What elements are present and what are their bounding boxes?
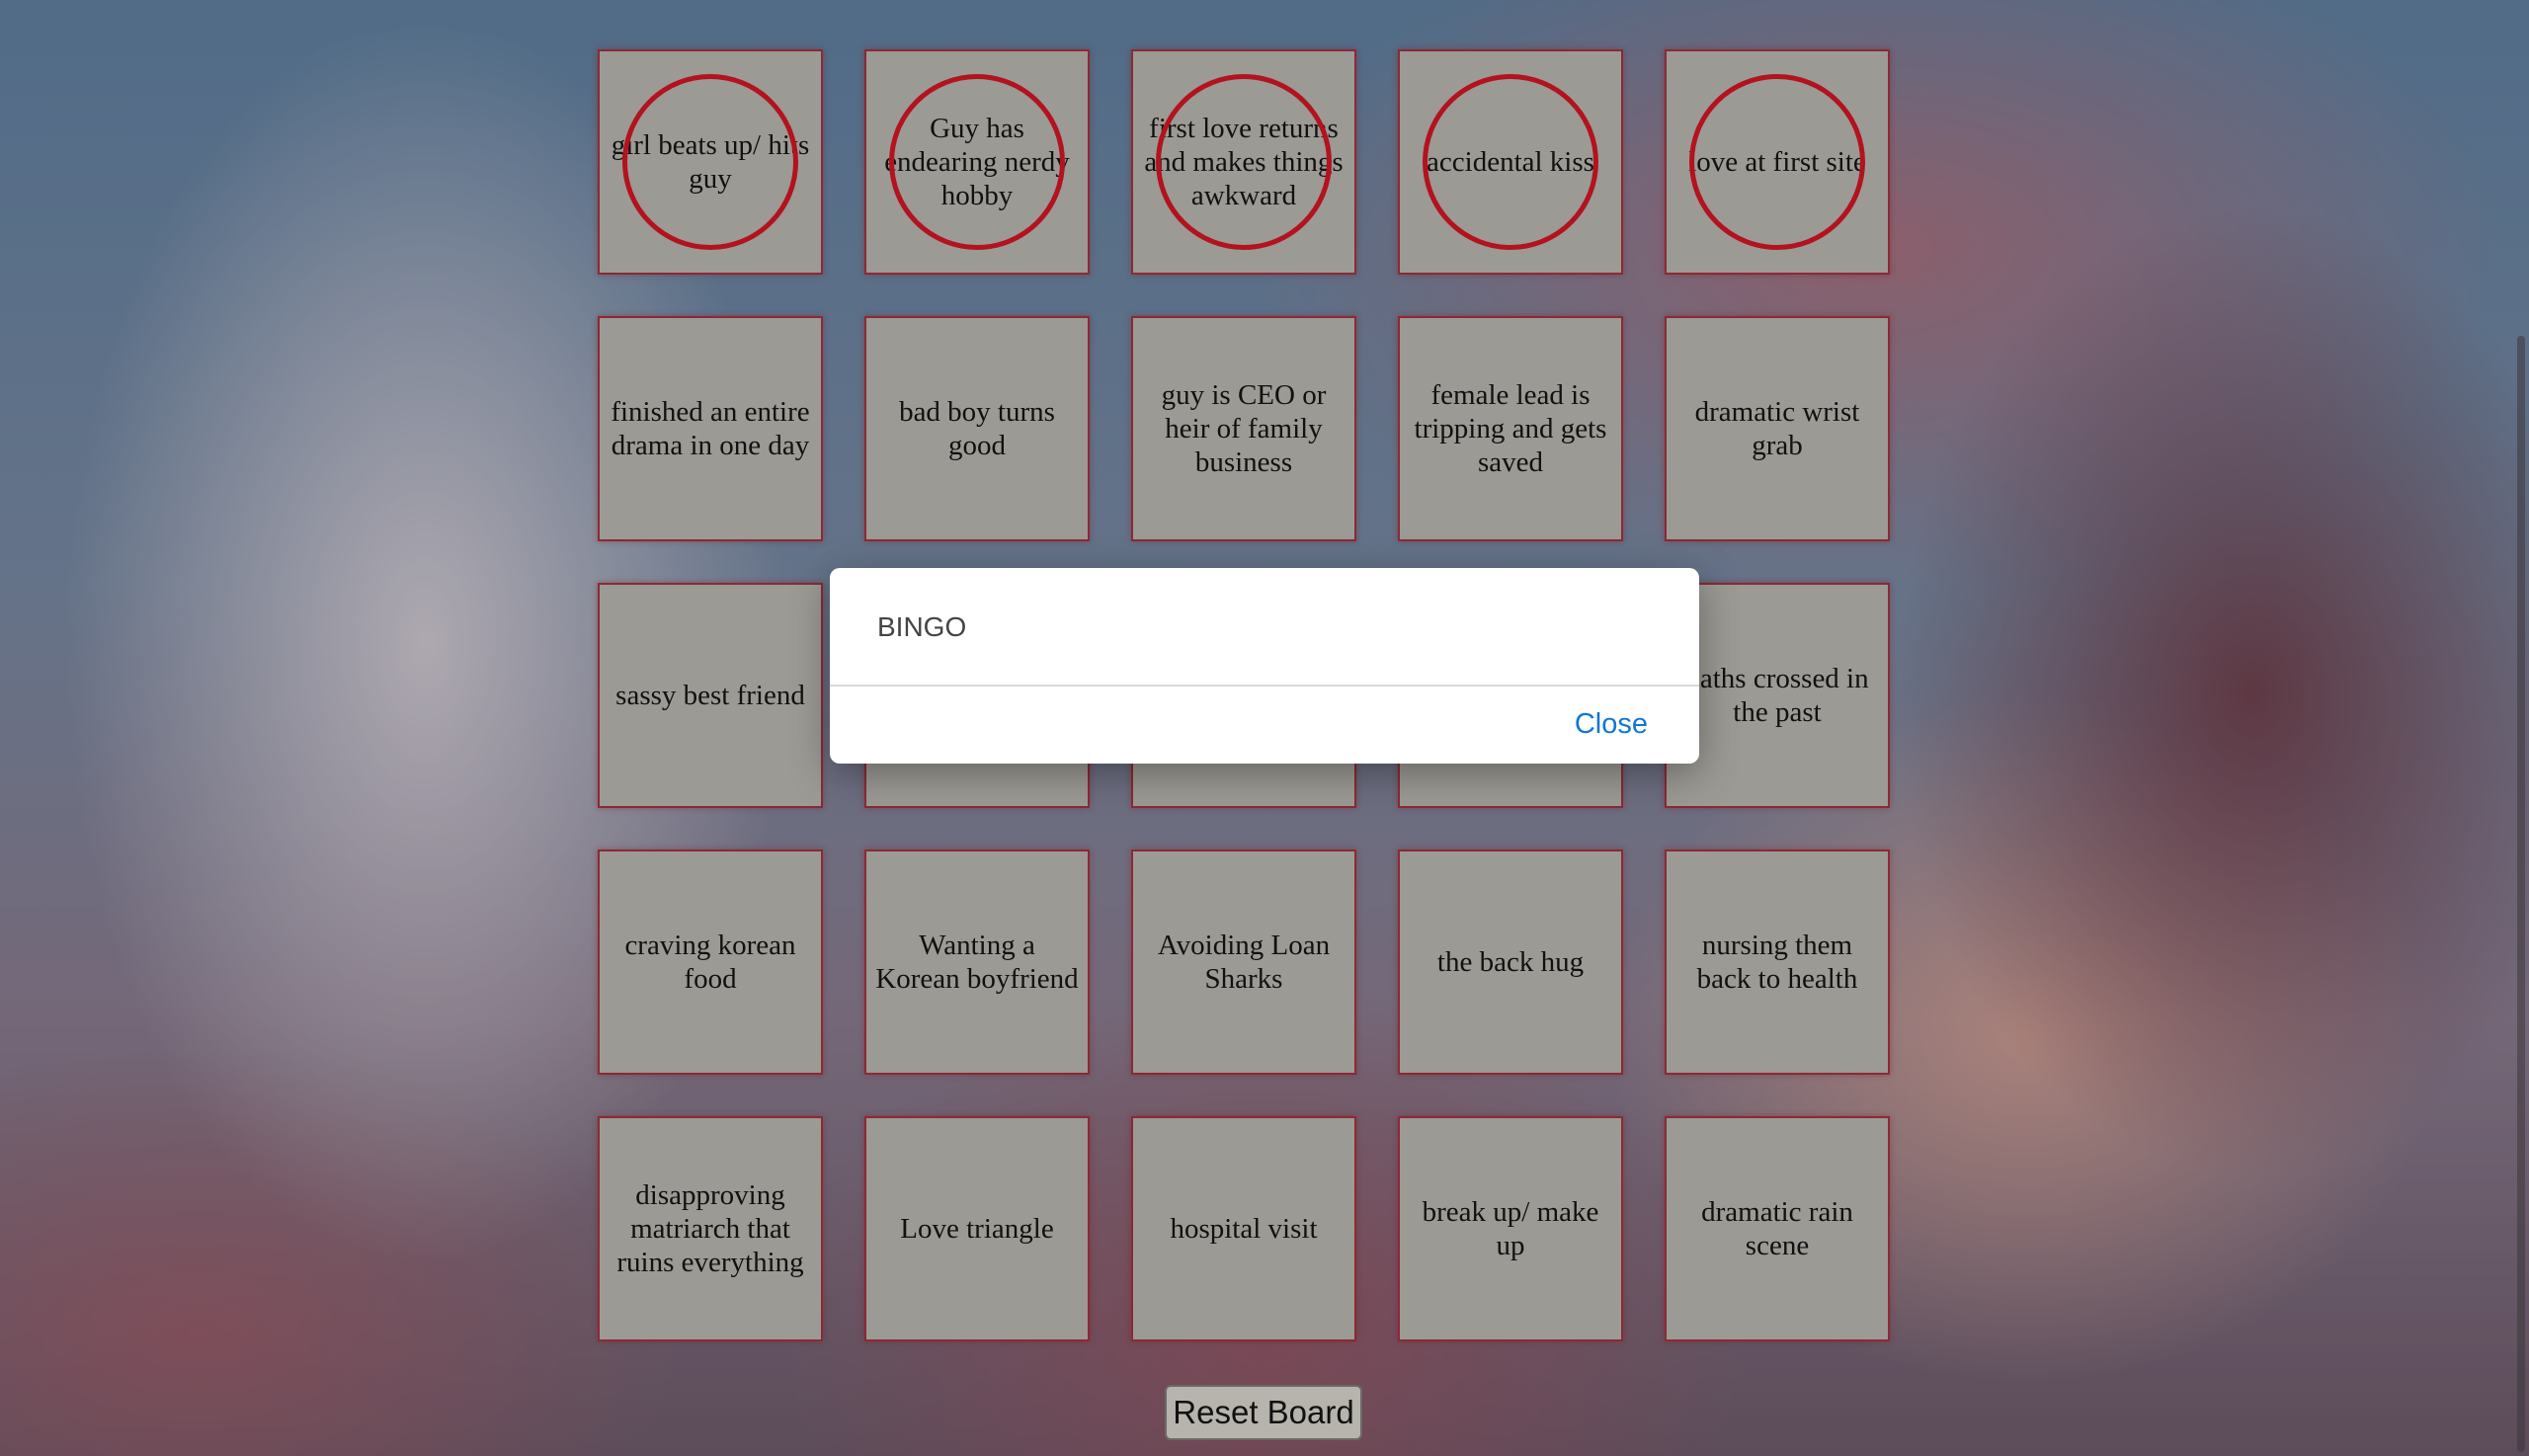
- bingo-cell[interactable]: accidental kiss: [1398, 49, 1623, 275]
- bingo-cell-label: the back hug: [1436, 946, 1585, 978]
- bingo-cell[interactable]: nursing them back to health: [1665, 849, 1890, 1075]
- bingo-cell[interactable]: Avoiding Loan Sharks: [1131, 849, 1356, 1075]
- reset-board-button[interactable]: Reset Board: [1165, 1385, 1362, 1440]
- bingo-cell-label: sassy best friend: [615, 680, 805, 711]
- bingo-cell[interactable]: the back hug: [1398, 849, 1623, 1075]
- bingo-cell-label: nursing them back to health: [1696, 930, 1858, 995]
- bingo-cell[interactable]: female lead is tripping and gets saved: [1398, 316, 1623, 541]
- bingo-cell[interactable]: Guy has endearing nerdy hobby: [864, 49, 1090, 275]
- bingo-cell[interactable]: bad boy turns good: [864, 316, 1090, 541]
- bingo-cell-label: first love returns and makes things awkw…: [1144, 113, 1344, 211]
- bingo-cell[interactable]: break up/ make up: [1398, 1116, 1623, 1341]
- bingo-cell-label: guy is CEO or heir of family business: [1161, 379, 1327, 478]
- bingo-cell-label: craving korean food: [624, 930, 796, 995]
- bingo-cell[interactable]: sassy best friend: [598, 583, 823, 808]
- bingo-cell-label: Avoiding Loan Sharks: [1157, 930, 1331, 995]
- bingo-cell-label: finished an entire drama in one day: [611, 396, 810, 461]
- bingo-cell-label: hospital visit: [1170, 1213, 1318, 1245]
- bingo-cell-label: break up/ make up: [1422, 1196, 1599, 1261]
- vertical-scrollbar[interactable]: [2517, 336, 2525, 1452]
- dialog-close-button[interactable]: Close: [1575, 708, 1648, 741]
- bingo-cell-label: girl beats up/ hits guy: [611, 129, 810, 195]
- bingo-cell[interactable]: dramatic wrist grab: [1665, 316, 1890, 541]
- bingo-cell[interactable]: guy is CEO or heir of family business: [1131, 316, 1356, 541]
- bingo-cell-label: Guy has endearing nerdy hobby: [884, 113, 1070, 211]
- bingo-cell-label: love at first site: [1688, 146, 1866, 178]
- bingo-cell-label: dramatic wrist grab: [1694, 396, 1860, 461]
- bingo-cell-label: female lead is tripping and gets saved: [1414, 379, 1607, 478]
- bingo-cell[interactable]: finished an entire drama in one day: [598, 316, 823, 541]
- bingo-cell[interactable]: dramatic rain scene: [1665, 1116, 1890, 1341]
- bingo-alert-dialog: BINGO Close: [830, 568, 1699, 764]
- bingo-cell-label: Love triangle: [900, 1213, 1054, 1245]
- bingo-cell-label: dramatic rain scene: [1701, 1196, 1853, 1261]
- bingo-cell-label: bad boy turns good: [899, 396, 1055, 461]
- bingo-cell-label: accidental kiss: [1427, 146, 1594, 178]
- bingo-cell[interactable]: hospital visit: [1131, 1116, 1356, 1341]
- bingo-cell-label: disapproving matriarch that ruins everyt…: [616, 1179, 804, 1278]
- bingo-cell[interactable]: girl beats up/ hits guy: [598, 49, 823, 275]
- bingo-cell[interactable]: disapproving matriarch that ruins everyt…: [598, 1116, 823, 1341]
- bingo-cell[interactable]: Love triangle: [864, 1116, 1090, 1341]
- bingo-cell-label: Wanting a Korean boyfriend: [875, 930, 1079, 995]
- bingo-cell[interactable]: craving korean food: [598, 849, 823, 1075]
- bingo-cell-label: paths crossed in the past: [1685, 663, 1869, 728]
- bingo-cell[interactable]: Wanting a Korean boyfriend: [864, 849, 1090, 1075]
- bingo-cell[interactable]: first love returns and makes things awkw…: [1131, 49, 1356, 275]
- dialog-message: BINGO: [877, 611, 967, 642]
- dialog-divider: [830, 685, 1699, 687]
- bingo-cell[interactable]: love at first site: [1665, 49, 1890, 275]
